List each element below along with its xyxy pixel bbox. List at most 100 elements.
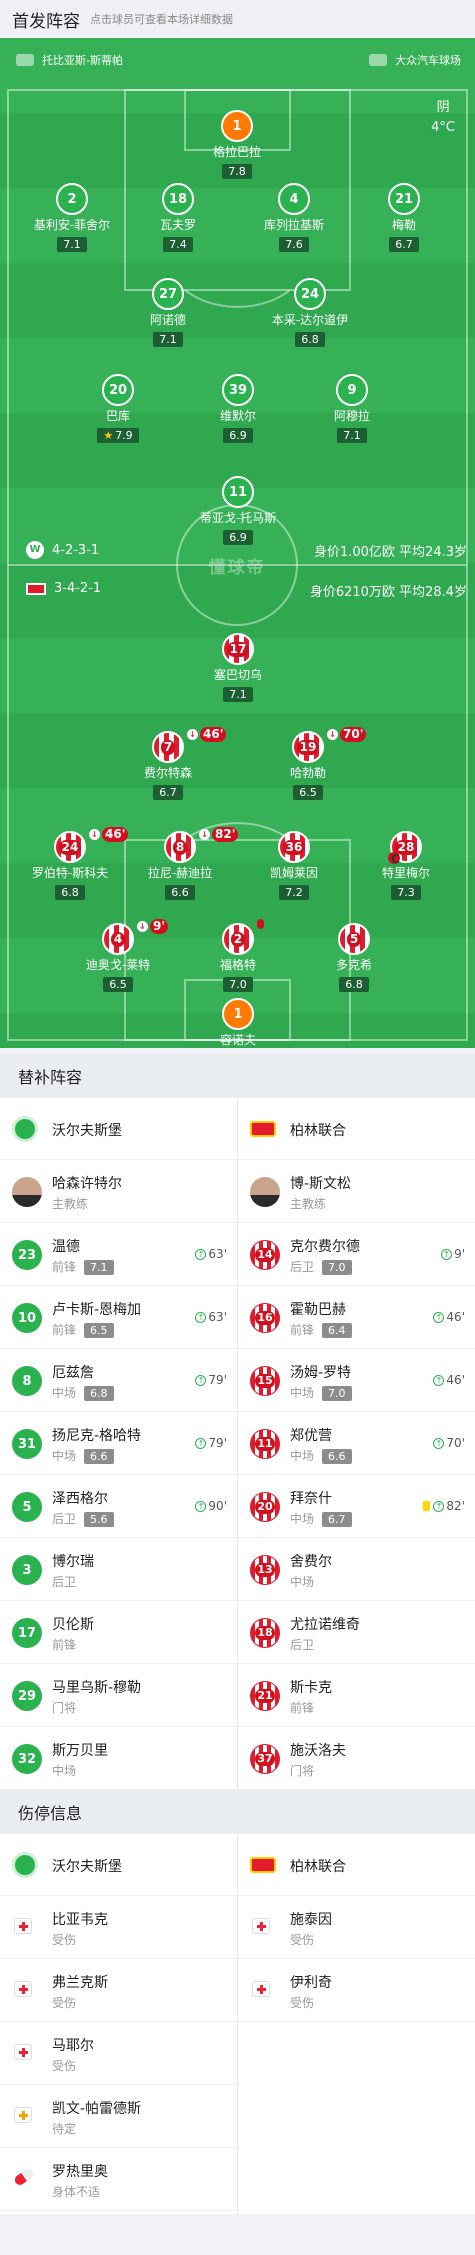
player-rating: 7.1 (223, 687, 253, 702)
player-card[interactable]: 4 ↓ 9' 迪奥戈-莱特 6.5 (58, 919, 178, 992)
injured-player-name: 伊利奇 (290, 1975, 332, 1991)
sub-player-row[interactable]: 5 泽西格尔 后卫 5.6 ↑ 90' (0, 1475, 237, 1538)
injury-row[interactable]: 比亚韦克 受伤 (0, 1896, 237, 1959)
rating-value: 6.8 (61, 886, 79, 899)
jersey-icon: 4 (278, 183, 310, 215)
sub-player-rating: 6.6 (322, 1449, 352, 1464)
jersey-icon: 24 ↓ 46' (54, 827, 129, 863)
player-card[interactable]: 1 格拉巴拉 7.8 (177, 110, 297, 179)
injury-row[interactable]: 施泰因 受伤 (238, 1896, 475, 1959)
sub-player-row[interactable]: 18 尤拉诺维奇 后卫 (238, 1601, 475, 1664)
player-name: 凯姆莱因 (269, 866, 318, 880)
player-card[interactable]: 2 福格特 7.0 (178, 919, 298, 992)
sub-time-value: 9' (454, 1247, 465, 1261)
rating-value: 7.3 (397, 886, 415, 899)
player-card[interactable]: 8 ↓ 82' 拉尼-赫迪拉 6.6 (120, 827, 240, 900)
player-card[interactable]: 18 瓦夫罗 7.4 (118, 183, 238, 252)
union-crest-icon (250, 1857, 276, 1873)
player-rating: 7.0 (223, 977, 253, 992)
injury-status: 待定 (52, 2122, 77, 2136)
weather-condition: 阴 (436, 100, 450, 115)
jersey-icon: 16 (250, 1303, 280, 1333)
sub-player-row[interactable]: 15 汤姆-罗特 中场 7.0 ↑ 46' (238, 1349, 475, 1412)
sub-player-position: 前锋 6.5 (52, 1321, 114, 1338)
player-card[interactable]: 11 蒂亚戈-托马斯 6.9 (178, 476, 298, 545)
sub-player-name: 舍费尔 (290, 1554, 332, 1570)
player-card[interactable]: 20 巴库 ★ 7.9 (58, 374, 178, 443)
sub-player-row[interactable]: 20 拜奈什 中场 6.7 ↑ 82' (238, 1475, 475, 1538)
player-card[interactable]: 2 基利安-菲舍尔 7.1 (12, 183, 132, 252)
player-card[interactable]: 21 梅勒 6.7 (344, 183, 464, 252)
player-card[interactable]: 4 库列拉基斯 7.6 (234, 183, 354, 252)
jersey-icon: 11 (250, 1429, 280, 1459)
sub-player-row[interactable]: 37 施沃洛夫 门将 (238, 1727, 475, 1790)
sub-player-row[interactable]: 14 克尔费尔德 后卫 7.0 ↑ 9' (238, 1223, 475, 1286)
jersey-icon: 28 C (388, 831, 422, 866)
jersey-number: 2 (230, 931, 246, 947)
sub-player-row[interactable]: 17 贝伦斯 前锋 (0, 1601, 237, 1664)
player-card[interactable]: 7 ↓ 46' 费尔特森 6.7 (108, 727, 228, 800)
player-card[interactable]: 28 C 特里梅尔 7.3 (346, 831, 466, 900)
jersey-icon: 13 (250, 1555, 280, 1585)
player-card[interactable]: 19 ↓ 70' 哈勃勒 6.5 (248, 727, 368, 800)
injury-row[interactable]: 罗热里奥 身体不适 (0, 2148, 237, 2211)
jersey-number: 8 (172, 839, 188, 855)
watermark: 懂球帝 (208, 558, 266, 578)
sub-player-position: 后卫 7.0 (290, 1258, 352, 1275)
sub-player-row[interactable]: 16 霍勒巴赫 前锋 6.4 ↑ 46' (238, 1286, 475, 1349)
away-coach-row[interactable]: 博-斯文松 主教练 (238, 1160, 475, 1223)
rating-value: 6.5 (299, 786, 317, 799)
injuries-away-team-name: 柏林联合 (290, 1859, 346, 1875)
player-card[interactable]: 17 塞巴切乌 7.1 (178, 633, 298, 702)
player-name: 阿诺德 (149, 313, 186, 327)
sub-indicator: ↓ 9' (137, 919, 169, 934)
position-text: 中场 (52, 1386, 77, 1400)
injury-row[interactable]: 马耶尔 受伤 (0, 2022, 237, 2085)
sub-on-time: ↑ 46' (433, 1373, 465, 1387)
player-card[interactable]: 36 凯姆莱因 7.2 (234, 831, 354, 900)
sub-player-row[interactable]: 10 卢卡斯-恩梅加 前锋 6.5 ↑ 63' (0, 1286, 237, 1349)
injury-status: 受伤 (290, 1933, 315, 1947)
injury-status: 受伤 (52, 2059, 77, 2073)
jersey-number: 15 (255, 1374, 275, 1388)
sub-player-row[interactable]: 32 斯万贝里 中场 (0, 1727, 237, 1790)
jersey-icon: 17 (12, 1618, 42, 1648)
player-card[interactable]: 27 阿诺德 7.1 (108, 278, 228, 347)
sub-on-time: ↑ 9' (441, 1247, 465, 1261)
jersey-icon: 7 ↓ 46' (152, 727, 227, 763)
sub-player-row[interactable]: 29 马里乌斯-穆勒 门将 (0, 1664, 237, 1727)
rating-value: 6.8 (345, 978, 363, 991)
home-coach-row[interactable]: 哈森许特尔 主教练 (0, 1160, 237, 1223)
rating-value: 7.2 (285, 886, 303, 899)
sub-player-row[interactable]: 21 斯卡克 前锋 (238, 1664, 475, 1727)
position-text: 中场 (290, 1386, 315, 1400)
sub-player-row[interactable]: 31 扬尼克-格哈特 中场 6.6 ↑ 79' (0, 1412, 237, 1475)
player-card[interactable]: 39 维默尔 6.9 (178, 374, 298, 443)
rating-value: 7.1 (159, 333, 177, 346)
player-card[interactable]: 24 本采-达尔道伊 6.8 (250, 278, 370, 347)
player-rating: 7.3 (391, 885, 421, 900)
rating-value: 7.6 (285, 238, 303, 251)
sub-player-name: 郑优营 (290, 1428, 332, 1444)
player-card[interactable]: 1容诺夫7.0 (178, 998, 298, 1048)
player-card[interactable]: 24 ↓ 46' 罗伯特-斯科夫 6.8 (10, 827, 130, 900)
sub-player-row[interactable]: 3 博尔瑞 后卫 (0, 1538, 237, 1601)
sub-player-row[interactable]: 13 舍费尔 中场 (238, 1538, 475, 1601)
player-rating: 7.6 (279, 237, 309, 252)
subs-away-team-name: 柏林联合 (290, 1123, 346, 1139)
injury-row[interactable]: 凯文-帕雷德斯 待定 (0, 2085, 237, 2148)
injury-row[interactable]: 弗兰克斯 受伤 (0, 1959, 237, 2022)
sub-player-position: 中场 7.0 (290, 1384, 352, 1401)
away-coach-name: 博-斯文松 (290, 1176, 352, 1192)
sub-player-row[interactable]: 23 温德 前锋 7.1 ↑ 63' (0, 1223, 237, 1286)
sub-on-icon: ↑ (195, 1437, 207, 1449)
medical-kit-icon (14, 1918, 32, 1934)
player-name: 拉尼-赫迪拉 (147, 866, 213, 880)
player-card[interactable]: 9 阿穆拉 7.1 (292, 374, 412, 443)
sub-player-name: 马里乌斯-穆勒 (52, 1680, 142, 1696)
sub-player-row[interactable]: 11 郑优营 中场 6.6 ↑ 70' (238, 1412, 475, 1475)
player-card[interactable]: 5 多克希 6.8 (294, 923, 414, 992)
injury-row[interactable]: 伊利奇 受伤 (238, 1959, 475, 2022)
sub-player-row[interactable]: 8 厄兹詹 中场 6.8 ↑ 79' (0, 1349, 237, 1412)
jersey-number: 16 (255, 1311, 275, 1325)
